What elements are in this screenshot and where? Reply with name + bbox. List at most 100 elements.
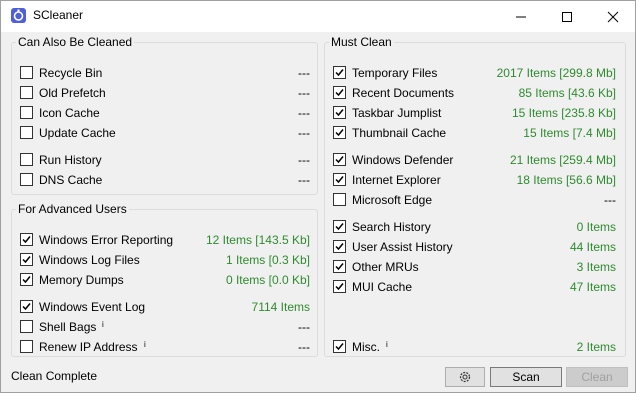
- maximize-button[interactable]: [544, 1, 590, 32]
- option-label: Microsoft Edge: [352, 193, 433, 207]
- option-label: User Assist History: [352, 240, 453, 254]
- option-value: 44 Items: [569, 240, 616, 254]
- option-value: 15 Items [7.4 Mb]: [523, 126, 616, 140]
- advanced-users-group: For Advanced Users Windows Error Reporti…: [11, 202, 318, 357]
- can-also-be-cleaned-group: Can Also Be Cleaned Recycle Bin --- Old P…: [11, 35, 318, 195]
- option-label: Windows Defender: [352, 153, 454, 167]
- option-row[interactable]: Internet Explorer 18 Items [56.6 Mb]: [333, 172, 616, 188]
- checkbox[interactable]: [20, 173, 33, 186]
- clean-button[interactable]: Clean: [566, 367, 628, 387]
- option-label: Other MRUs: [352, 260, 419, 274]
- option-row[interactable]: Windows Defender 21 Items [259.4 Mb]: [333, 152, 616, 168]
- option-value: ---: [298, 126, 310, 140]
- checkbox[interactable]: [20, 340, 33, 353]
- checkbox[interactable]: [333, 173, 346, 186]
- window-title: SCleaner: [33, 8, 84, 22]
- checkbox[interactable]: [20, 106, 33, 119]
- option-value: 7114 Items: [251, 300, 310, 314]
- checkbox[interactable]: [20, 320, 33, 333]
- option-row[interactable]: Old Prefetch ---: [20, 85, 310, 101]
- option-value: 0 Items: [576, 220, 616, 234]
- app-window: SCleaner Can Also Be Cleaned Recycle Bin…: [0, 0, 636, 393]
- option-row[interactable]: Windows Error Reporting 12 Items [143.5 K…: [20, 232, 310, 248]
- group-title: Can Also Be Cleaned: [18, 35, 133, 49]
- info-icon[interactable]: i: [144, 337, 146, 353]
- checkmark-icon: [335, 223, 344, 231]
- option-row[interactable]: Temporary Files 2017 Items [299.8 Mb]: [333, 65, 616, 81]
- close-icon: [607, 11, 619, 23]
- checkbox[interactable]: [20, 253, 33, 266]
- checkbox[interactable]: [333, 126, 346, 139]
- checkbox[interactable]: [333, 260, 346, 273]
- checkbox[interactable]: [333, 66, 346, 79]
- option-label: Internet Explorer: [352, 173, 441, 187]
- option-row[interactable]: Renew IP Address i ---: [20, 339, 310, 355]
- checkbox[interactable]: [333, 106, 346, 119]
- checkbox[interactable]: [20, 66, 33, 79]
- option-row[interactable]: MUI Cache 47 Items: [333, 279, 616, 295]
- option-row[interactable]: Icon Cache ---: [20, 105, 310, 121]
- checkbox[interactable]: [20, 153, 33, 166]
- option-label: Windows Event Log: [39, 300, 146, 314]
- option-label: Memory Dumps: [39, 273, 124, 287]
- option-row[interactable]: Taskbar Jumplist 15 Items [235.8 Kb]: [333, 105, 616, 121]
- option-value: ---: [298, 106, 310, 120]
- option-row[interactable]: Update Cache ---: [20, 125, 310, 141]
- info-icon[interactable]: i: [102, 317, 104, 333]
- checkbox[interactable]: [20, 233, 33, 246]
- checkmark-icon: [335, 176, 344, 184]
- checkmark-icon: [335, 263, 344, 271]
- checkbox[interactable]: [333, 340, 346, 353]
- settings-button[interactable]: [445, 367, 485, 387]
- checkmark-icon: [335, 69, 344, 77]
- checkmark-icon: [335, 343, 344, 351]
- option-value: ---: [298, 66, 310, 80]
- option-row[interactable]: Search History 0 Items: [333, 219, 616, 235]
- option-value: ---: [298, 153, 310, 167]
- option-label: Shell Bags: [39, 320, 97, 334]
- option-row[interactable]: Misc. i 2 Items: [333, 339, 616, 355]
- option-row[interactable]: Recent Documents 85 Items [43.6 Kb]: [333, 85, 616, 101]
- option-row[interactable]: Windows Event Log 7114 Items: [20, 299, 310, 315]
- checkmark-icon: [22, 256, 31, 264]
- option-value: 0 Items [0.0 Kb]: [225, 273, 310, 287]
- option-row[interactable]: Other MRUs 3 Items: [333, 259, 616, 275]
- option-row[interactable]: Microsoft Edge ---: [333, 192, 616, 208]
- checkbox[interactable]: [333, 193, 346, 206]
- option-row[interactable]: DNS Cache ---: [20, 172, 310, 188]
- option-label: Old Prefetch: [39, 86, 106, 100]
- checkbox[interactable]: [20, 126, 33, 139]
- close-button[interactable]: [590, 1, 636, 32]
- minimize-button[interactable]: [498, 1, 544, 32]
- checkbox[interactable]: [333, 86, 346, 99]
- option-value: 12 Items [143.5 Kb]: [205, 233, 310, 247]
- checkbox[interactable]: [20, 300, 33, 313]
- option-row[interactable]: Shell Bags i ---: [20, 319, 310, 335]
- checkmark-icon: [335, 109, 344, 117]
- checkbox[interactable]: [20, 273, 33, 286]
- option-label: Windows Log Files: [39, 253, 140, 267]
- option-row[interactable]: Thumbnail Cache 15 Items [7.4 Mb]: [333, 125, 616, 141]
- checkbox[interactable]: [333, 220, 346, 233]
- option-row[interactable]: User Assist History 44 Items: [333, 239, 616, 255]
- checkmark-icon: [335, 89, 344, 97]
- option-row[interactable]: Memory Dumps 0 Items [0.0 Kb]: [20, 272, 310, 288]
- checkbox[interactable]: [333, 153, 346, 166]
- checkbox[interactable]: [333, 280, 346, 293]
- option-row[interactable]: Recycle Bin ---: [20, 65, 310, 81]
- option-row[interactable]: Windows Log Files 1 Items [0.3 Kb]: [20, 252, 310, 268]
- option-row[interactable]: Run History ---: [20, 152, 310, 168]
- checkbox[interactable]: [20, 86, 33, 99]
- info-icon[interactable]: i: [386, 337, 388, 353]
- checkbox[interactable]: [333, 240, 346, 253]
- scan-button[interactable]: Scan: [490, 367, 562, 387]
- checkmark-icon: [335, 156, 344, 164]
- option-label: Icon Cache: [39, 106, 100, 120]
- option-label: Taskbar Jumplist: [352, 106, 442, 120]
- option-value: 47 Items: [569, 280, 616, 294]
- option-label: Misc.: [352, 340, 380, 354]
- scleaner-app-icon: [11, 8, 26, 23]
- option-value: ---: [604, 193, 616, 207]
- checkmark-icon: [335, 283, 344, 291]
- option-label: Recycle Bin: [39, 66, 103, 80]
